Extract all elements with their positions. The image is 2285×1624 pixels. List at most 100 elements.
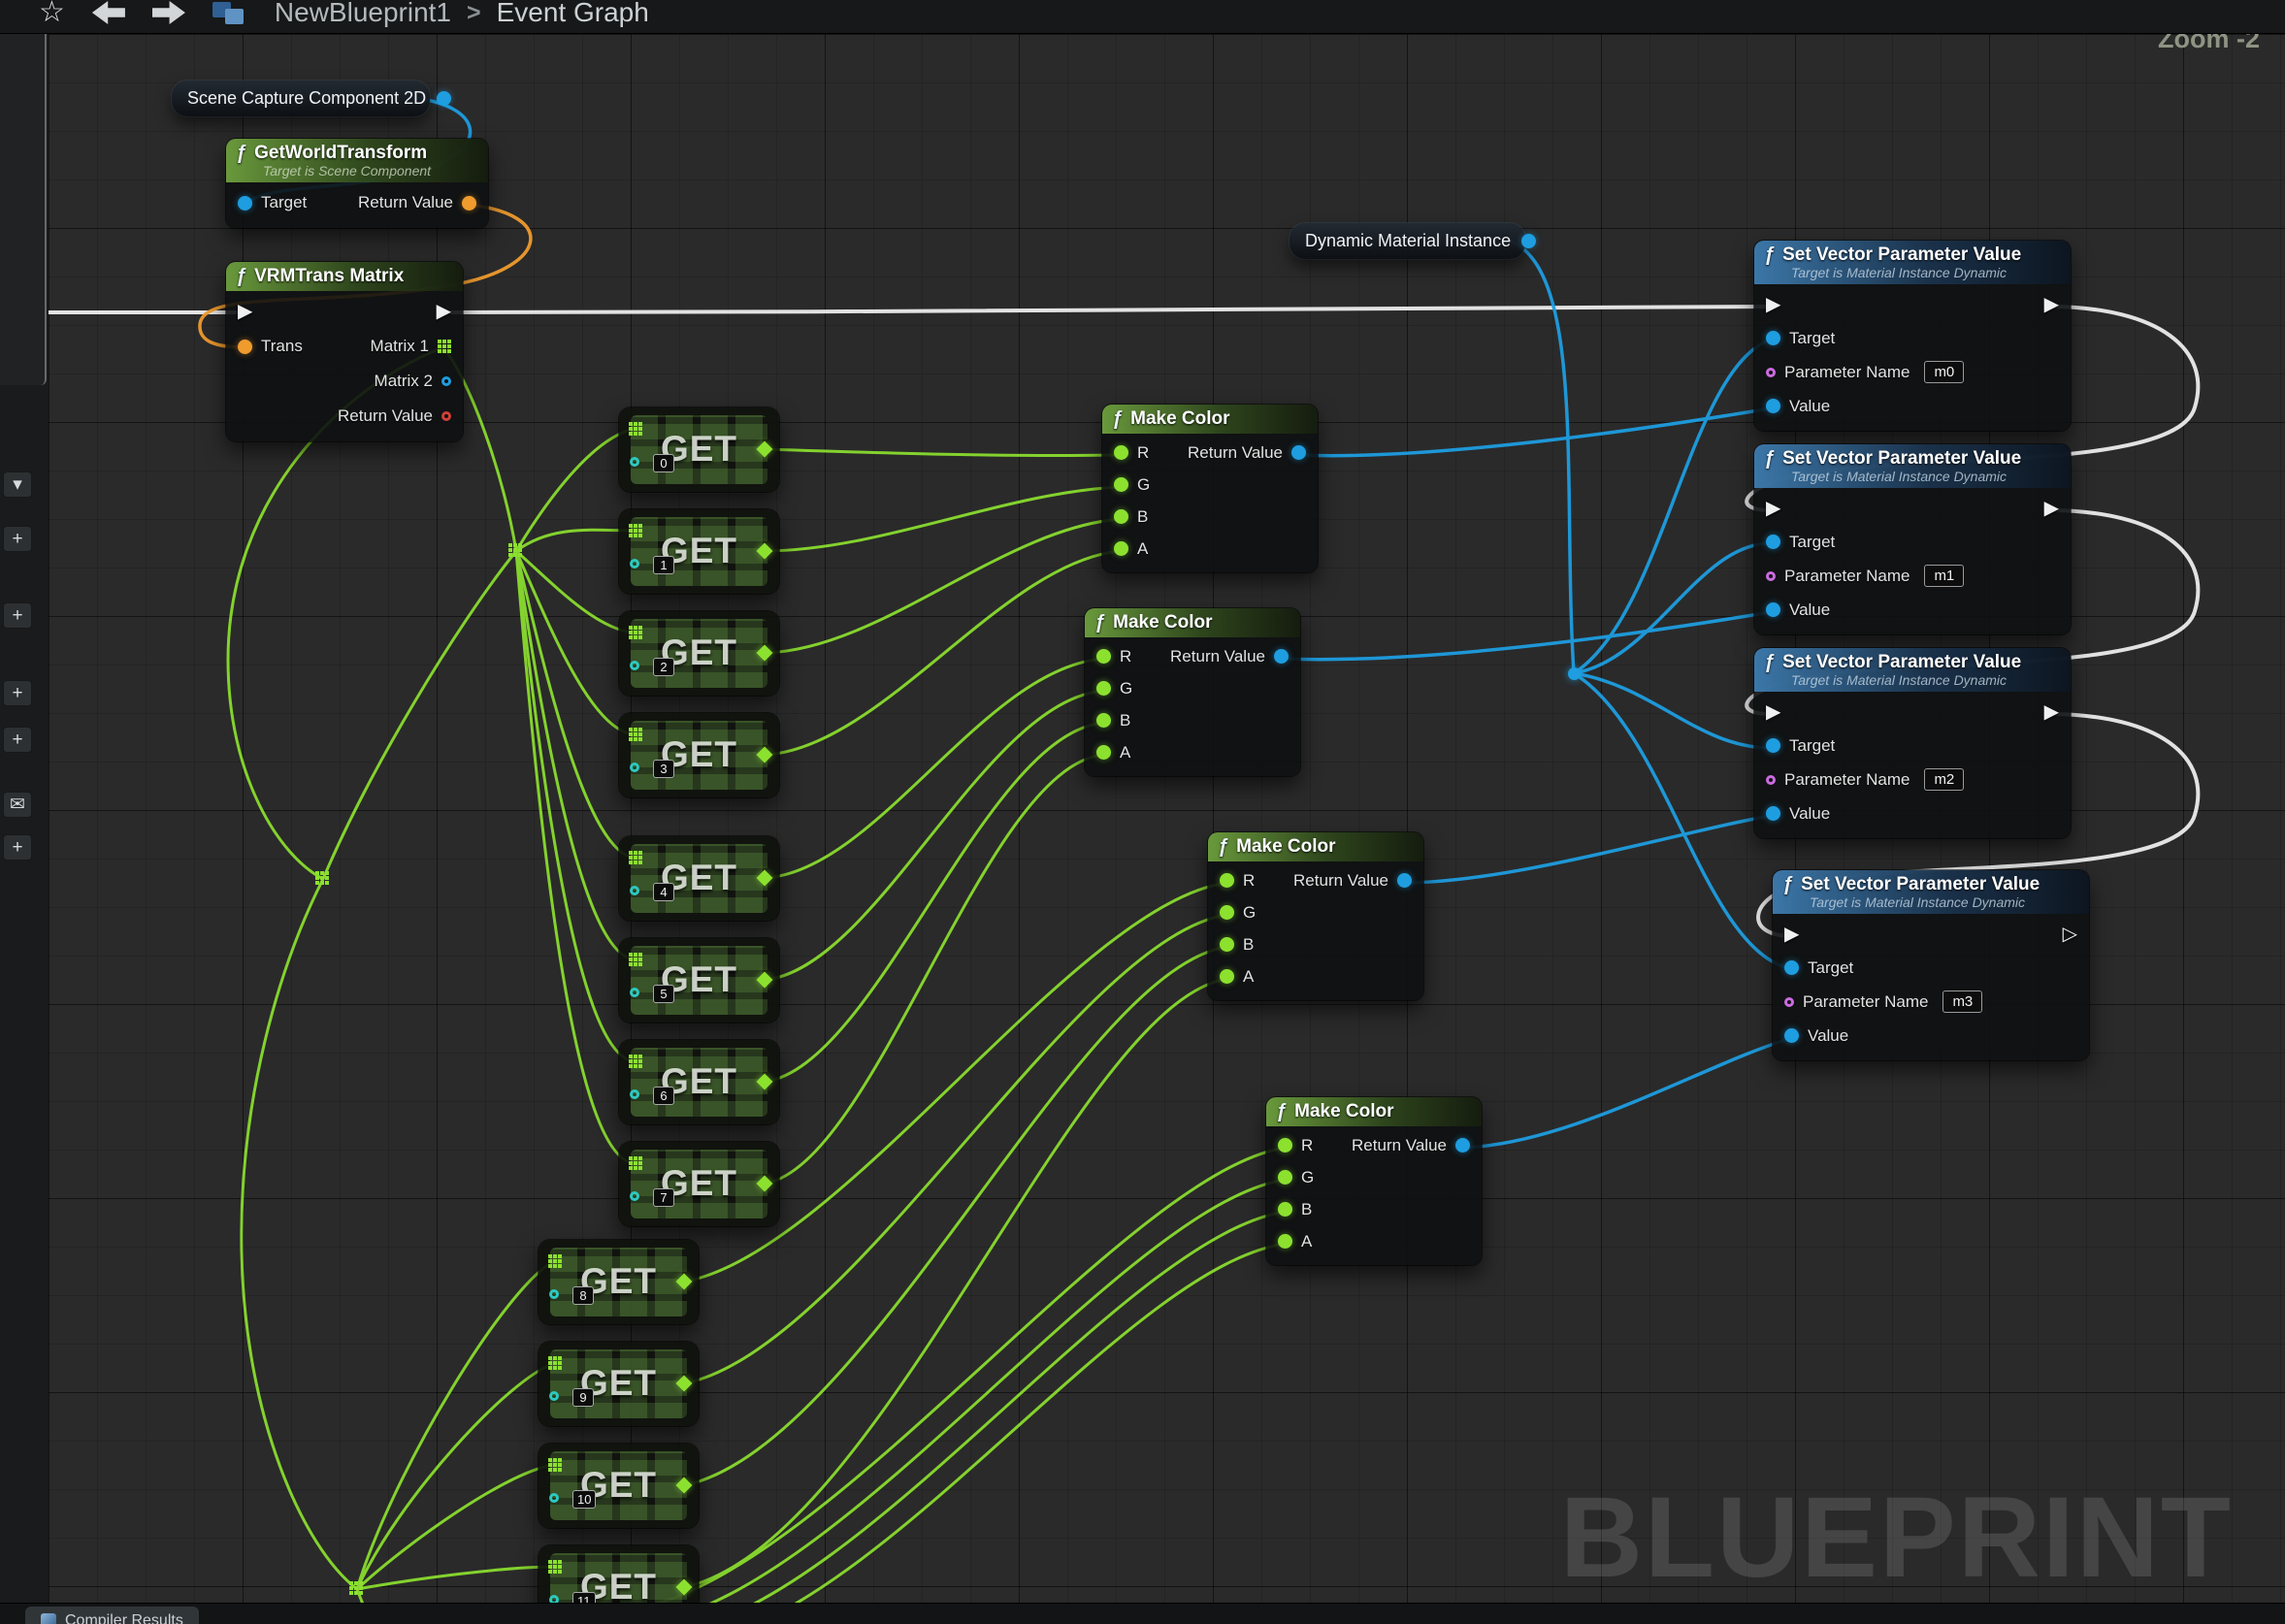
a-input-pin[interactable] — [1220, 969, 1234, 984]
value-input-pin[interactable] — [1784, 1028, 1799, 1043]
output-pin[interactable] — [1521, 234, 1536, 248]
index-value[interactable]: 7 — [653, 1188, 674, 1207]
array-input-pin[interactable] — [629, 524, 642, 537]
array-input-pin[interactable] — [629, 1156, 642, 1170]
b-input-pin[interactable] — [1220, 937, 1234, 952]
array-input-pin[interactable] — [629, 422, 642, 436]
return-value-output-pin[interactable] — [1274, 649, 1289, 664]
node-array-get-1[interactable]: GET1 — [619, 509, 779, 594]
node-header[interactable]: ƒ VRMTrans Matrix — [226, 262, 463, 291]
index-value[interactable]: 0 — [653, 454, 674, 472]
return-value-output-pin[interactable] — [462, 196, 476, 211]
compiler-results-tab[interactable]: Compiler Results — [25, 1607, 199, 1624]
r-input-pin[interactable] — [1278, 1138, 1292, 1153]
node-set-vector-parameter-2[interactable]: ƒSet Vector Parameter Value Target is Ma… — [1754, 444, 2071, 634]
array-input-pin[interactable] — [629, 953, 642, 966]
index-value[interactable]: 5 — [653, 985, 674, 1003]
reroute-knot-array-3[interactable] — [349, 1581, 363, 1595]
index-input-pin[interactable] — [630, 763, 639, 772]
array-input-pin[interactable] — [629, 1055, 642, 1068]
array-input-pin[interactable] — [548, 1458, 562, 1472]
exec-out-pin[interactable]: ▶ — [437, 302, 451, 321]
reroute-knot-array-1[interactable] — [508, 543, 522, 557]
node-array-get-0[interactable]: GET0 — [619, 407, 779, 492]
value-input-pin[interactable] — [1766, 806, 1780, 821]
node-header[interactable]: ƒSet Vector Parameter Value Target is Ma… — [1754, 444, 2071, 488]
target-input-pin[interactable] — [1784, 960, 1799, 975]
array-input-pin[interactable] — [548, 1560, 562, 1574]
parameter-name-input-pin[interactable] — [1766, 368, 1776, 377]
index-input-pin[interactable] — [630, 1089, 639, 1099]
parameter-name-field[interactable]: m2 — [1924, 768, 1964, 791]
rail-add-button-2[interactable]: + — [3, 602, 32, 629]
breadcrumb-graph-name[interactable]: Event Graph — [497, 0, 649, 28]
index-input-pin[interactable] — [630, 661, 639, 670]
parameter-name-field[interactable]: m0 — [1924, 361, 1964, 383]
rail-message-button[interactable]: ✉ — [3, 792, 32, 818]
index-input-pin[interactable] — [630, 559, 639, 568]
parameter-name-input-pin[interactable] — [1766, 775, 1776, 785]
rail-add-button-1[interactable]: + — [3, 526, 32, 552]
matrix1-array-output-pin[interactable] — [438, 340, 451, 353]
node-make-color-3[interactable]: ƒMake Color R Return Value G B A — [1208, 832, 1423, 1000]
node-header[interactable]: ƒMake Color — [1266, 1097, 1482, 1126]
index-input-pin[interactable] — [630, 886, 639, 895]
node-header[interactable]: ƒMake Color — [1085, 608, 1300, 637]
node-header[interactable]: ƒMake Color — [1208, 832, 1423, 861]
target-input-pin[interactable] — [1766, 535, 1780, 549]
rail-add-button-3[interactable]: + — [3, 680, 32, 706]
target-input-pin[interactable] — [1766, 331, 1780, 345]
index-value[interactable]: 8 — [572, 1286, 594, 1305]
index-value[interactable]: 11 — [572, 1592, 596, 1603]
node-array-get-9[interactable]: GET9 — [539, 1342, 699, 1426]
g-input-pin[interactable] — [1220, 905, 1234, 920]
reroute-knot-array-2[interactable] — [315, 871, 329, 885]
index-input-pin[interactable] — [630, 988, 639, 997]
node-dynamic-material-instance[interactable]: Dynamic Material Instance — [1289, 223, 1525, 259]
node-array-get-11[interactable]: GET11 — [539, 1545, 699, 1603]
index-value[interactable]: 4 — [653, 883, 674, 901]
g-input-pin[interactable] — [1114, 477, 1128, 492]
return-value-output-pin[interactable] — [1397, 873, 1412, 888]
index-value[interactable]: 2 — [653, 658, 674, 676]
value-input-pin[interactable] — [1766, 602, 1780, 617]
array-input-pin[interactable] — [548, 1254, 562, 1268]
node-array-get-3[interactable]: GET3 — [619, 713, 779, 797]
a-input-pin[interactable] — [1278, 1234, 1292, 1249]
index-value[interactable]: 9 — [572, 1388, 594, 1407]
node-header[interactable]: ƒSet Vector Parameter Value Target is Ma… — [1754, 241, 2071, 284]
trans-input-pin[interactable] — [238, 340, 252, 354]
node-make-color-1[interactable]: ƒMake Color R Return Value G B A — [1102, 405, 1318, 572]
exec-in-pin[interactable]: ▶ — [1784, 925, 1799, 944]
node-set-vector-parameter-4[interactable]: ƒSet Vector Parameter Value Target is Ma… — [1773, 870, 2089, 1060]
g-input-pin[interactable] — [1096, 681, 1111, 696]
b-input-pin[interactable] — [1114, 509, 1128, 524]
return-value-output-pin[interactable] — [1291, 445, 1306, 460]
index-value[interactable]: 1 — [653, 556, 674, 574]
node-array-get-5[interactable]: GET5 — [619, 938, 779, 1023]
node-vrmtrans-matrix[interactable]: ƒ VRMTrans Matrix ▶ ▶ Trans Matrix 1 Mat… — [226, 262, 463, 441]
exec-in-pin[interactable]: ▶ — [1766, 702, 1780, 722]
node-array-get-10[interactable]: GET10 — [539, 1444, 699, 1528]
array-input-pin[interactable] — [629, 728, 642, 741]
a-input-pin[interactable] — [1096, 745, 1111, 760]
parameter-name-field[interactable]: m3 — [1942, 991, 1982, 1013]
exec-out-pin-unconnected[interactable]: ▷ — [2063, 925, 2077, 944]
rail-dropdown-button[interactable]: ▾ — [3, 471, 32, 498]
index-input-pin[interactable] — [549, 1289, 559, 1299]
r-input-pin[interactable] — [1114, 445, 1128, 460]
parameter-name-field[interactable]: m1 — [1924, 565, 1964, 587]
r-input-pin[interactable] — [1220, 873, 1234, 888]
graph-canvas[interactable]: BLUEPRINT Zoom -2 — [49, 34, 2285, 1603]
exec-in-pin[interactable]: ▶ — [1766, 295, 1780, 314]
node-header[interactable]: ƒSet Vector Parameter Value Target is Ma… — [1754, 648, 2071, 692]
index-input-pin[interactable] — [549, 1595, 559, 1603]
return-value-output-pin[interactable] — [441, 411, 451, 421]
array-input-pin[interactable] — [548, 1356, 562, 1370]
r-input-pin[interactable] — [1096, 649, 1111, 664]
exec-in-pin[interactable]: ▶ — [1766, 499, 1780, 518]
back-arrow-icon[interactable] — [92, 1, 125, 24]
exec-out-pin[interactable]: ▶ — [2044, 499, 2059, 518]
parameter-name-input-pin[interactable] — [1784, 997, 1794, 1007]
exec-out-pin[interactable]: ▶ — [2044, 295, 2059, 314]
